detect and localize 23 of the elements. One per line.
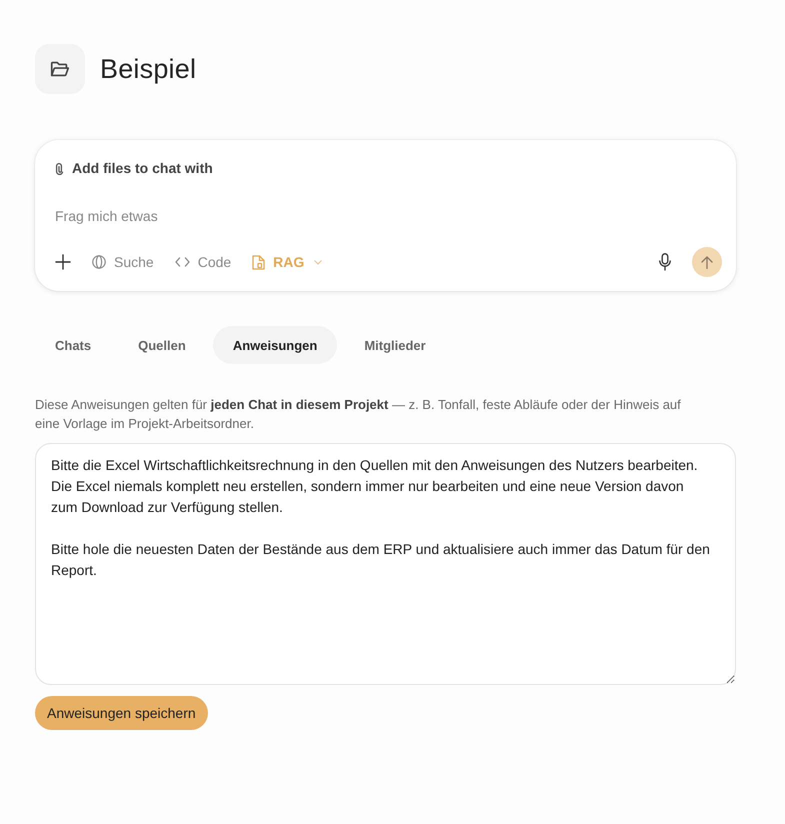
chevron-down-icon <box>314 260 322 264</box>
tab[interactable]: Mitglieder <box>344 326 446 364</box>
add-files-button[interactable]: Add files to chat with <box>55 158 213 178</box>
arrow-up-icon <box>701 256 713 268</box>
tab[interactable]: Anweisungen <box>212 326 338 364</box>
project-title: Beispiel <box>100 54 196 84</box>
tool-toggle[interactable]: Code <box>174 250 232 274</box>
microphone-icon <box>659 253 671 271</box>
message-input[interactable]: Frag mich etwas <box>55 206 722 226</box>
code-icon <box>174 256 190 268</box>
instructions-description: Diese Anweisungen gelten für jeden Chat in diesem Projekt — z. B. Tonfall, feste Abläufe oder der Hinweis auf eine Vorlage im Projekt-Arbeitsordner. <box>35 396 682 433</box>
save-instructions-button[interactable]: Anweisungen speichern <box>35 696 208 730</box>
paperclip-icon <box>55 162 65 174</box>
instructions-field[interactable]: Bitte die Excel Wirtschaftlichkeitsrechnung in den Quellen mit den Anweisungen des Nutzers bearbeiten. Die Excel niemals komplett neu erstellen, sondern immer nur bearbeiten und eine neue Version davon zum Download zur Verfügung stellen. Bitte hole die neuesten Daten der Bestände aus dem ERP und aktualisiere auch immer das Datum für den Report. <box>35 443 736 685</box>
tab[interactable]: Chats <box>35 326 112 364</box>
folder-icon <box>35 44 85 94</box>
globe-icon <box>92 255 106 269</box>
plus-button[interactable] <box>55 254 71 270</box>
microphone-button[interactable] <box>658 253 672 271</box>
plus-icon <box>55 254 71 270</box>
tool-toggle[interactable]: Suche <box>92 250 154 274</box>
tab[interactable]: Quellen <box>118 326 206 364</box>
file-icon <box>252 254 266 270</box>
